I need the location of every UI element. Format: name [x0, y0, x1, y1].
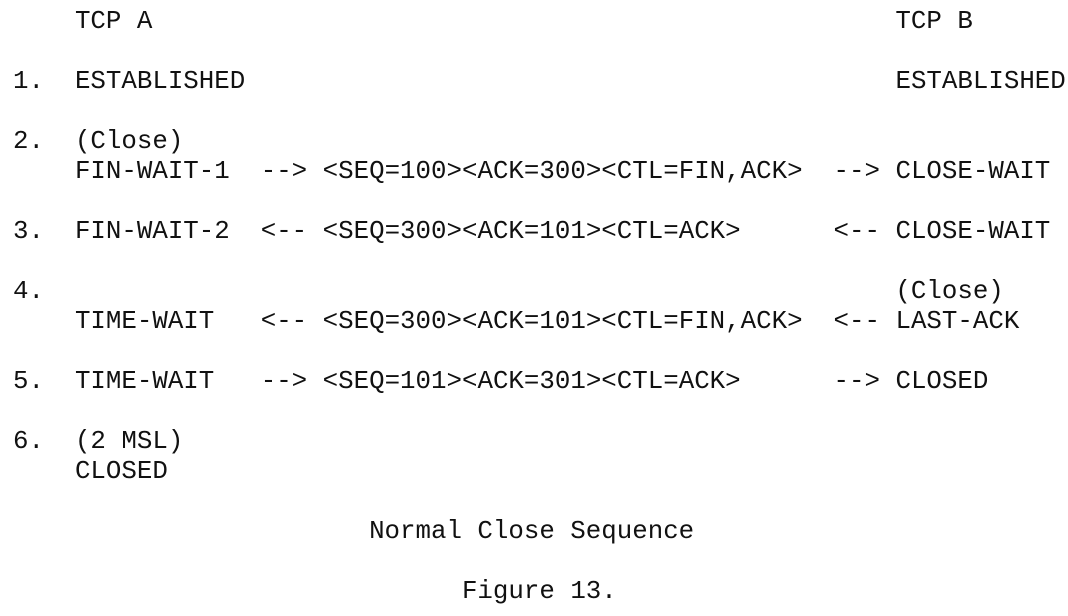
left-state: CLOSED: [74, 457, 261, 486]
step-number: 5.: [13, 367, 75, 396]
step-line: 1. ESTABLISHED ESTABLISHED: [13, 67, 1066, 97]
left-event: (Close): [74, 127, 896, 156]
step-number: 6.: [13, 427, 75, 456]
segment: <SEQ=300><ACK=101><CTL=ACK>: [322, 217, 834, 246]
step-pre-line: 4. (Close): [13, 277, 1066, 307]
figure-caption: Normal Close Sequence: [369, 517, 695, 546]
arrow-left: [261, 457, 323, 486]
step-number: 1.: [13, 67, 75, 96]
arrow-left: -->: [260, 157, 323, 186]
left-state: TIME-WAIT: [74, 307, 261, 336]
blank-line: [13, 547, 1066, 577]
arrow-right: [834, 67, 896, 96]
left-state: FIN-WAIT-1: [74, 157, 261, 186]
figure-label-line: Figure 13.: [13, 577, 1066, 607]
left-state: ESTABLISHED: [74, 67, 261, 96]
right-state: CLOSED: [895, 367, 989, 396]
segment: <SEQ=300><ACK=101><CTL=FIN,ACK>: [322, 307, 834, 336]
arrow-left: <--: [260, 307, 323, 336]
figure-label: Figure 13.: [461, 577, 617, 606]
blank-line: [13, 337, 1066, 367]
caption-line: Normal Close Sequence: [13, 517, 1066, 547]
step-pre-line: 2. (Close): [13, 127, 1066, 157]
arrow-right: <--: [833, 307, 896, 336]
right-state: CLOSE-WAIT: [895, 217, 1051, 246]
arrow-left: -->: [260, 367, 323, 396]
step-number: 2.: [13, 127, 75, 156]
tcp-b-label: TCP B: [895, 7, 973, 36]
step-line: CLOSED: [13, 457, 1066, 487]
step-line: 3. FIN-WAIT-2 <-- <SEQ=300><ACK=101><CTL…: [13, 217, 1066, 247]
blank-line: [13, 187, 1066, 217]
right-state: CLOSE-WAIT: [895, 157, 1051, 186]
step-number: 3.: [13, 217, 75, 246]
right-state: ESTABLISHED: [895, 67, 1066, 96]
arrow-left: <--: [260, 217, 323, 246]
arrow-right: -->: [833, 157, 896, 186]
step-line: TIME-WAIT <-- <SEQ=300><ACK=101><CTL=FIN…: [13, 307, 1066, 337]
left-event: [75, 277, 895, 306]
left-state: FIN-WAIT-2: [74, 217, 261, 246]
left-state: TIME-WAIT: [74, 367, 261, 396]
step-pre-line: 6. (2 MSL): [13, 427, 1066, 457]
left-event: (2 MSL): [74, 427, 896, 456]
step-line: 5. TIME-WAIT --> <SEQ=101><ACK=301><CTL=…: [13, 367, 1066, 397]
arrow-left: [261, 67, 323, 96]
blank-line: [13, 487, 1066, 517]
arrow-right: [834, 457, 896, 486]
step-number: 4.: [13, 277, 75, 306]
step-line: FIN-WAIT-1 --> <SEQ=100><ACK=300><CTL=FI…: [13, 157, 1066, 187]
right-event: (Close): [895, 277, 1004, 306]
segment: <SEQ=101><ACK=301><CTL=ACK>: [322, 367, 834, 396]
arrow-right: <--: [833, 217, 896, 246]
blank-line: [13, 97, 1066, 127]
segment: [323, 67, 834, 96]
arrow-right: -->: [833, 367, 896, 396]
figure-body: TCP A TCP B 1. ESTABLISHED ESTABLISHED 2…: [13, 7, 1066, 607]
segment: <SEQ=100><ACK=300><CTL=FIN,ACK>: [322, 157, 834, 186]
blank-line: [13, 37, 1066, 67]
header-line: TCP A TCP B: [13, 7, 1066, 37]
tcp-a-label: TCP A: [74, 7, 896, 36]
blank-line: [13, 397, 1066, 427]
segment: [323, 457, 834, 486]
right-state: LAST-ACK: [895, 307, 1020, 336]
blank-line: [13, 247, 1066, 277]
